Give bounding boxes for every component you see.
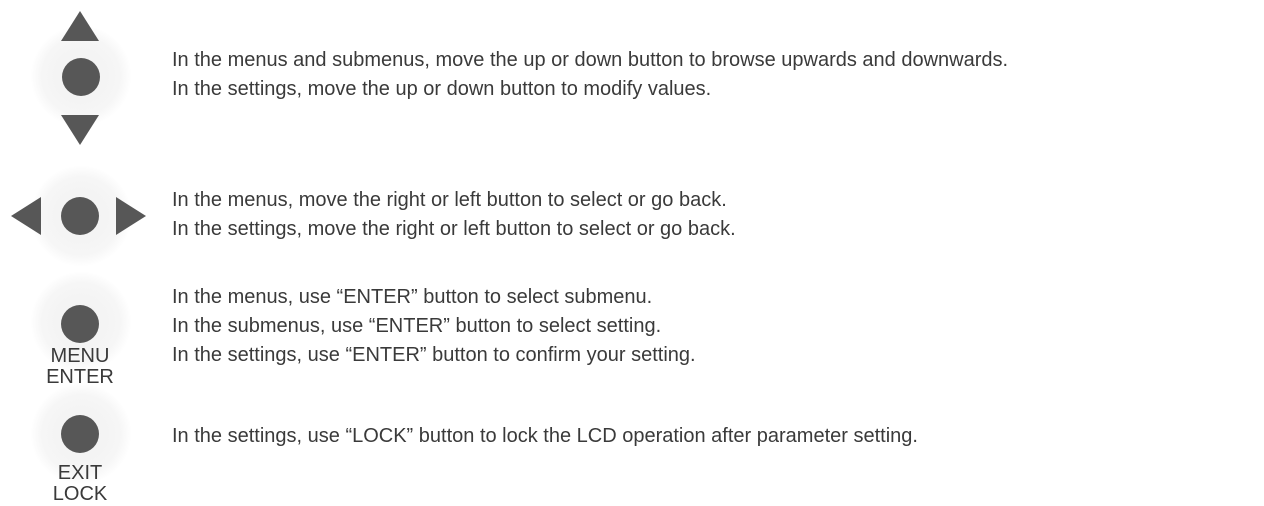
right-arrow-icon[interactable]: [116, 197, 146, 235]
left-arrow-icon[interactable]: [11, 197, 41, 235]
description-line: In the menus, use “ENTER” button to sele…: [172, 286, 653, 308]
up-down-joystick-icon[interactable]: [62, 58, 100, 96]
down-arrow-icon[interactable]: [61, 115, 99, 145]
exit-lock-description: In the settings, use “LOCK” button to lo…: [172, 422, 918, 451]
up-arrow-icon[interactable]: [61, 11, 99, 41]
description-line: In the submenus, use “ENTER” button to s…: [172, 315, 662, 337]
exit-label: EXIT: [57, 462, 103, 484]
description-line: In the settings, use “LOCK” button to lo…: [172, 425, 918, 447]
menu-enter-button-icon[interactable]: [61, 305, 99, 343]
menu-label: MENU: [50, 345, 110, 367]
lock-label: LOCK: [52, 483, 108, 505]
menu-enter-description: In the menus, use “ENTER” button to sele…: [172, 283, 696, 370]
description-line: In the menus, move the right or left but…: [172, 189, 727, 211]
description-line: In the settings, move the up or down but…: [172, 78, 712, 100]
description-line: In the settings, use “ENTER” button to c…: [172, 344, 696, 366]
menu-enter-label: MENU ENTER: [30, 346, 130, 388]
left-right-joystick-icon[interactable]: [61, 197, 99, 235]
left-right-description: In the menus, move the right or left but…: [172, 186, 736, 244]
exit-lock-label: EXIT LOCK: [30, 463, 130, 505]
up-down-description: In the menus and submenus, move the up o…: [172, 46, 1008, 104]
description-line: In the settings, move the right or left …: [172, 218, 736, 240]
description-line: In the menus and submenus, move the up o…: [172, 49, 1009, 71]
exit-lock-button-icon[interactable]: [61, 415, 99, 453]
